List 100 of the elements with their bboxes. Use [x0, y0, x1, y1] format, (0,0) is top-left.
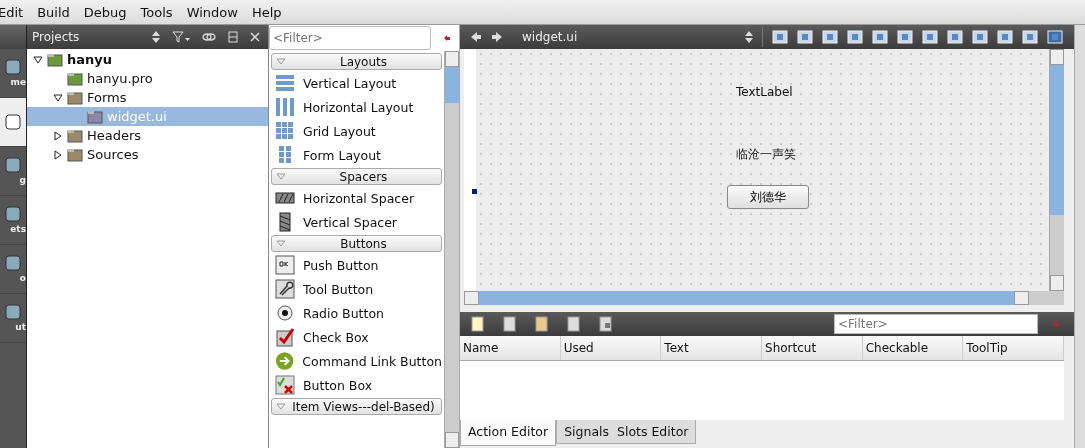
layout-tool-icon[interactable]: [1022, 29, 1038, 45]
column-header[interactable]: Used: [560, 336, 662, 360]
menu-item[interactable]: Debug: [82, 4, 128, 20]
widget-item[interactable]: Button Box: [271, 373, 442, 397]
filter-field[interactable]: <Filter>: [834, 314, 1038, 334]
projects-selector[interactable]: Projects: [32, 30, 140, 44]
tab[interactable]: Signals Slots Editor: [556, 420, 697, 444]
column-header[interactable]: Text: [661, 336, 762, 360]
scrollbar[interactable]: [1049, 49, 1064, 291]
layout-tool-icon[interactable]: [947, 29, 963, 45]
tab[interactable]: Action Editor: [460, 420, 557, 446]
split-icon[interactable]: [228, 31, 238, 43]
widget-item[interactable]: Tool Button: [271, 277, 442, 301]
file-icon: [47, 51, 63, 68]
layout-tool-icon[interactable]: [872, 29, 888, 45]
mode-icon: [5, 59, 21, 75]
updown-icon: [745, 31, 753, 43]
widget-icon: [275, 303, 295, 323]
close-icon[interactable]: [250, 32, 260, 42]
column-header[interactable]: ToolTip: [963, 336, 1065, 360]
file-icon: [67, 70, 83, 87]
expand-arrow-icon[interactable]: [53, 92, 63, 103]
layout-tool-icon[interactable]: [997, 29, 1013, 45]
mode-tab[interactable]: [0, 98, 26, 147]
filter-field[interactable]: <Filter>: [269, 26, 431, 50]
layout-tool-icon[interactable]: [1047, 29, 1063, 45]
mode-tab[interactable]: g: [0, 147, 26, 196]
layout-tool-icon[interactable]: [772, 29, 788, 45]
column-header[interactable]: Name: [460, 336, 561, 360]
mode-tab[interactable]: ut: [0, 294, 26, 343]
collapse-arrow-icon: [276, 173, 286, 180]
file-icon: [87, 108, 103, 125]
widget-icon: [275, 73, 295, 93]
menu-item[interactable]: Window: [185, 4, 239, 20]
back-icon[interactable]: [470, 31, 482, 43]
widget-item[interactable]: Push Button: [271, 253, 442, 277]
widget-icon: [275, 97, 295, 117]
widget-icon: [275, 351, 295, 371]
forward-icon[interactable]: [491, 31, 503, 43]
file-icon: [67, 127, 83, 144]
scrollbar[interactable]: [444, 51, 459, 448]
file-icon: [67, 146, 83, 163]
widget-icon: [275, 327, 295, 347]
collapse-arrow-icon: [276, 403, 286, 410]
column-header[interactable]: Checkable: [862, 336, 964, 360]
tree-item[interactable]: Sources: [27, 145, 268, 164]
widget-item[interactable]: Vertical Layout: [271, 71, 442, 95]
widget-item[interactable]: Form Layout: [271, 143, 442, 167]
layout-tool-icon[interactable]: [797, 29, 813, 45]
push-button[interactable]: 刘德华: [727, 185, 809, 209]
widget-icon: [275, 279, 295, 299]
category-header[interactable]: Layouts: [271, 53, 442, 70]
selection-handle[interactable]: [472, 189, 477, 194]
layout-tool-icon[interactable]: [822, 29, 838, 45]
expand-arrow-icon[interactable]: [53, 149, 63, 160]
mode-tab[interactable]: me: [0, 49, 26, 98]
widget-icon: [275, 121, 295, 141]
widget-item[interactable]: Vertical Spacer: [271, 210, 442, 234]
file-selector[interactable]: widget.ui: [512, 30, 736, 44]
mode-tab[interactable]: ets: [0, 196, 26, 245]
category-header[interactable]: Buttons: [271, 235, 442, 252]
clear-icon[interactable]: [443, 34, 451, 42]
tree-item[interactable]: Headers: [27, 126, 268, 145]
tree-item[interactable]: Forms: [27, 88, 268, 107]
expand-arrow-icon[interactable]: [33, 54, 43, 65]
tree-item[interactable]: hanyu: [27, 50, 268, 69]
text-label: TextLabel: [736, 85, 793, 99]
widget-item[interactable]: Command Link Button: [271, 349, 442, 373]
widget-item[interactable]: Grid Layout: [271, 119, 442, 143]
mode-icon: [5, 157, 21, 173]
menu-item[interactable]: Tools: [139, 4, 174, 20]
category-header[interactable]: Spacers: [271, 168, 442, 185]
mode-bar-header: [0, 25, 26, 49]
filter-icon[interactable]: [172, 31, 190, 43]
widget-icon: [275, 375, 295, 395]
layout-tool-icon[interactable]: [897, 29, 913, 45]
menu-item[interactable]: Edit: [0, 4, 25, 20]
scrollbar[interactable]: [464, 291, 1064, 305]
menu-item[interactable]: Help: [250, 4, 283, 20]
mode-tab[interactable]: o: [0, 245, 26, 294]
layout-tool-icon[interactable]: [847, 29, 863, 45]
widget-item[interactable]: Radio Button: [271, 301, 442, 325]
mode-icon: [5, 206, 21, 222]
expand-arrow-icon[interactable]: [53, 130, 63, 141]
widget-item[interactable]: Check Box: [271, 325, 442, 349]
widget-item[interactable]: Horizontal Layout: [271, 95, 442, 119]
menu-item[interactable]: Build: [36, 4, 71, 20]
mode-icon: [5, 114, 21, 130]
mode-icon: [5, 304, 21, 320]
updown-icon: [152, 31, 160, 43]
category-header[interactable]: Item Views---del-Based): [271, 398, 442, 415]
tree-item[interactable]: hanyu.pro: [27, 69, 268, 88]
text-label: 临沧一声笑: [736, 146, 796, 163]
link-icon[interactable]: [202, 32, 216, 42]
collapse-arrow-icon: [276, 58, 286, 65]
collapse-arrow-icon: [276, 240, 286, 247]
layout-tool-icon[interactable]: [972, 29, 988, 45]
column-header[interactable]: Shortcut: [762, 336, 863, 360]
widget-item[interactable]: Horizontal Spacer: [271, 186, 442, 210]
layout-tool-icon[interactable]: [922, 29, 938, 45]
